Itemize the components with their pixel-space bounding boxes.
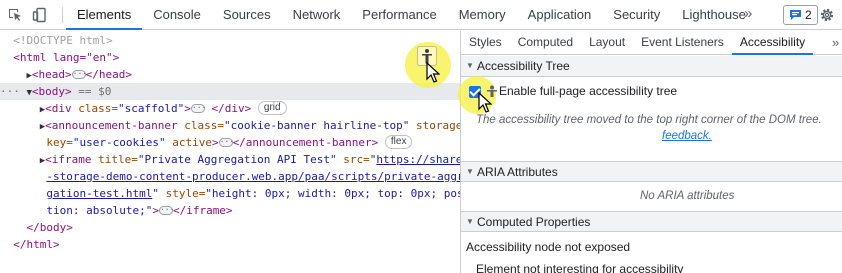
tab-elements[interactable]: Elements bbox=[66, 0, 143, 30]
no-aria-attributes: No ARIA attributes bbox=[640, 190, 735, 202]
dom-line-body-close[interactable]: </body> bbox=[0, 219, 460, 236]
feedback-link[interactable]: feedback. bbox=[662, 130, 712, 142]
enable-full-page-tree-label[interactable]: Enable full-page accessibility tree bbox=[499, 84, 677, 98]
dom-line-body[interactable]: ··· ▼<body> == $0 bbox=[0, 83, 460, 100]
ellipsis-icon[interactable]: ··· bbox=[158, 205, 174, 215]
dom-tree: <!DOCTYPE html> <html lang="en"> ▶<head>… bbox=[0, 31, 460, 273]
tab-memory[interactable]: Memory bbox=[448, 0, 517, 30]
dom-line-iframe-cont2[interactable]: gation-test.html" style="height: 0px; wi… bbox=[0, 185, 460, 202]
more-tabs-icon[interactable]: » bbox=[744, 5, 752, 22]
ellipsis-icon[interactable]: ··· bbox=[218, 137, 234, 147]
collapse-triangle-icon: ▼ bbox=[466, 217, 474, 226]
tab-computed[interactable]: Computed bbox=[510, 31, 581, 55]
toolbar-separator bbox=[62, 7, 63, 23]
flex-badge[interactable]: flex bbox=[384, 135, 413, 149]
dom-line-banner-cont[interactable]: key="user-cookies" active>···</announcem… bbox=[0, 134, 460, 151]
dom-line-div[interactable]: ▶<div class="scaffold">··· </div> grid bbox=[0, 100, 460, 117]
tab-performance[interactable]: Performance bbox=[351, 0, 447, 30]
main-tabs: Elements Console Sources Network Perform… bbox=[66, 0, 757, 30]
tab-layout[interactable]: Layout bbox=[581, 31, 633, 55]
tab-network[interactable]: Network bbox=[282, 0, 352, 30]
dom-line-head[interactable]: ▶<head>···</head> bbox=[0, 66, 460, 83]
tab-security[interactable]: Security bbox=[602, 0, 671, 30]
tab-accessibility[interactable]: Accessibility bbox=[731, 31, 814, 55]
dom-line-html-close[interactable]: </html> bbox=[0, 236, 460, 253]
iframe-src-link[interactable]: -storage-demo-content-producer.web.app/p… bbox=[46, 170, 460, 183]
inspect-element-icon[interactable] bbox=[7, 7, 23, 23]
section-aria-attributes[interactable]: ▼ ARIA Attributes bbox=[461, 161, 842, 182]
section-computed-properties[interactable]: ▼ Computed Properties bbox=[461, 211, 842, 232]
mouse-cursor-icon bbox=[426, 62, 440, 83]
dom-line-iframe-cont3[interactable]: tion: absolute;">···</iframe> bbox=[0, 202, 460, 219]
node-not-exposed-text: Accessibility node not exposed bbox=[466, 240, 631, 254]
issues-count: 2 bbox=[805, 8, 812, 22]
iframe-src-link[interactable]: gation-test.html bbox=[46, 187, 152, 200]
tab-styles[interactable]: Styles bbox=[461, 31, 510, 55]
tab-console[interactable]: Console bbox=[142, 0, 212, 30]
device-toolbar-icon[interactable] bbox=[32, 7, 48, 23]
mouse-cursor-icon bbox=[478, 92, 492, 113]
more-sidebar-tabs-icon[interactable]: » bbox=[832, 35, 839, 50]
dom-line-html[interactable]: <html lang="en"> bbox=[0, 49, 460, 66]
tab-event-listeners[interactable]: Event Listeners bbox=[633, 31, 732, 55]
collapse-triangle-icon: ▼ bbox=[466, 61, 474, 70]
ellipsis-icon[interactable]: ··· bbox=[190, 103, 206, 113]
tab-application[interactable]: Application bbox=[517, 0, 603, 30]
not-interesting-text: Element not interesting for accessibilit… bbox=[476, 262, 684, 273]
iframe-src-link[interactable]: https://shared bbox=[376, 153, 460, 166]
grid-badge[interactable]: grid bbox=[257, 101, 287, 115]
issues-icon bbox=[790, 10, 801, 20]
issues-button[interactable]: 2 bbox=[783, 5, 818, 25]
collapse-triangle-icon: ▼ bbox=[466, 167, 474, 176]
dom-line-banner[interactable]: ▶<announcement-banner class="cookie-bann… bbox=[0, 117, 460, 134]
dom-line-doctype[interactable]: <!DOCTYPE html> bbox=[0, 32, 460, 49]
tab-sources[interactable]: Sources bbox=[212, 0, 282, 30]
sidebar-tabs: Styles Computed Layout Event Listeners A… bbox=[461, 31, 842, 55]
section-accessibility-tree[interactable]: ▼ Accessibility Tree bbox=[461, 56, 842, 77]
ellipsis-icon[interactable]: ··· bbox=[71, 69, 87, 79]
dom-line-iframe[interactable]: ▶<iframe title="Private Aggregation API … bbox=[0, 151, 460, 168]
gear-icon[interactable] bbox=[819, 7, 835, 23]
tree-moved-note: The accessibility tree moved to the top … bbox=[476, 114, 822, 126]
dom-line-iframe-cont1[interactable]: -storage-demo-content-producer.web.app/p… bbox=[0, 168, 460, 185]
devtools-toolbar: Elements Console Sources Network Perform… bbox=[0, 0, 842, 30]
